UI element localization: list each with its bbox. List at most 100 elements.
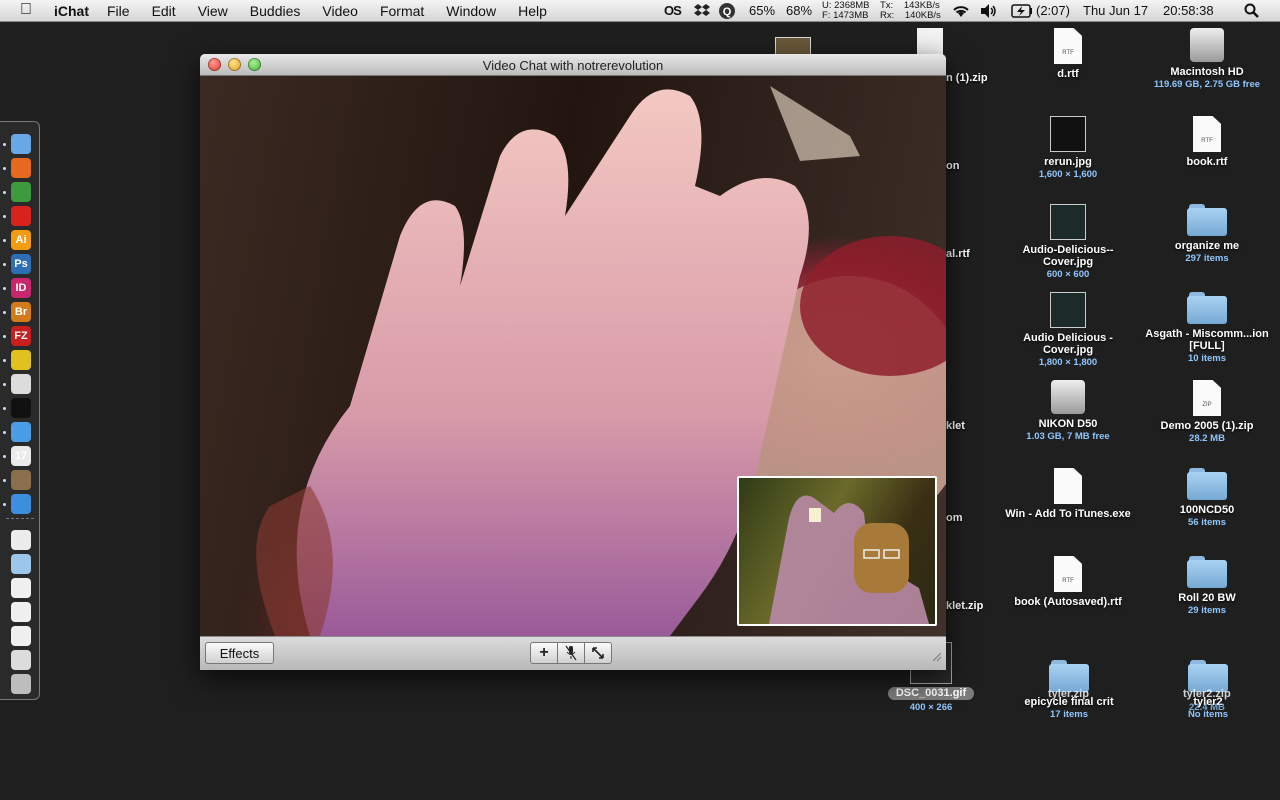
document-icon: RTF (1193, 116, 1221, 152)
apple-menu-icon[interactable]:  (20, 1, 32, 19)
running-indicator (3, 503, 6, 506)
window-stack-icon[interactable] (11, 650, 31, 670)
memory-percent[interactable]: 68% (786, 0, 812, 22)
menu-view[interactable]: View (198, 3, 228, 19)
window-stack-icon[interactable] (11, 602, 31, 622)
menu-format[interactable]: Format (380, 3, 424, 19)
wifi-icon[interactable] (951, 0, 971, 22)
ichat-icon[interactable] (11, 494, 31, 514)
menu-file[interactable]: File (107, 3, 130, 19)
menu-buddies[interactable]: Buddies (250, 3, 301, 19)
photoshop-icon[interactable]: Ps (11, 254, 31, 274)
spotlight-search-icon[interactable] (1244, 0, 1260, 22)
running-indicator (3, 287, 6, 290)
desktop-icon[interactable]: 100NCD50 56 items (1137, 468, 1277, 529)
menu-app-name[interactable]: iChat (54, 3, 89, 19)
itunes-icon[interactable] (11, 422, 31, 442)
desktop-icon[interactable]: ZIP Demo 2005 (1).zip 28.2 MB (1137, 380, 1277, 445)
trash-icon[interactable] (11, 674, 31, 694)
menu-video[interactable]: Video (322, 3, 358, 19)
desktop-icon-info: 56 items (1187, 517, 1227, 528)
desktop-partial-label[interactable]: al.rtf (946, 248, 970, 260)
chrome-icon[interactable] (11, 182, 31, 202)
memory-stats[interactable]: U: 2368MB F: 1473MB (822, 1, 870, 21)
dropbox-icon[interactable] (694, 0, 710, 22)
desktop-icon-info: 1,600 × 1,600 (1038, 169, 1098, 180)
resize-grip-icon[interactable] (930, 649, 942, 667)
folder-stack-icon[interactable] (11, 554, 31, 574)
mute-button[interactable] (557, 642, 585, 664)
desktop-icon[interactable]: RTF book.rtf (1137, 116, 1277, 168)
dock-separator (6, 518, 34, 523)
desktop-partial-label[interactable]: om (946, 512, 963, 524)
desktop-icon[interactable]: organize me 297 items (1137, 204, 1277, 265)
self-view-preview[interactable] (737, 476, 937, 626)
image-thumbnail-icon (1050, 292, 1086, 328)
window-stack-icon[interactable] (11, 578, 31, 598)
bridge-icon[interactable]: Br (11, 302, 31, 322)
add-participant-button[interactable]: + (530, 642, 558, 664)
desktop-icon[interactable]: Audio Delicious - Cover.jpg 1,800 × 1,800 (998, 292, 1138, 369)
desktop-icon[interactable]: rerun.jpg 1,600 × 1,600 (998, 116, 1138, 181)
desktop-icon-info: 600 × 600 (1046, 269, 1090, 280)
document-icon: RTF (1054, 556, 1082, 592)
zip-file-icon[interactable] (917, 28, 943, 56)
network-stats[interactable]: Tx: 143KB/s Rx: 140KB/s (880, 1, 941, 21)
os-status-icon[interactable]: OS (664, 0, 682, 22)
file-type-tag: RTF (1062, 50, 1074, 56)
desktop-icon[interactable]: RTF book (Autosaved).rtf (998, 556, 1138, 608)
dsc-label[interactable]: DSC_0031.gif (888, 687, 974, 700)
desktop-icon-info: 17 items (1049, 709, 1089, 720)
desktop-partial-label[interactable]: klet.zip (946, 600, 983, 612)
desktop-partial-label[interactable]: on (946, 160, 959, 172)
ical-icon[interactable]: 17 (11, 446, 31, 466)
textedit-icon[interactable] (11, 374, 31, 394)
desktop-icon-label: Macintosh HD (1170, 66, 1244, 78)
running-indicator (3, 215, 6, 218)
remote-video-feed[interactable] (200, 76, 946, 636)
folder-icon (1187, 468, 1227, 500)
running-indicator (3, 167, 6, 170)
running-indicator (3, 407, 6, 410)
desktop-icon[interactable]: Asgath - Miscomm...ion [FULL] 10 items (1137, 292, 1277, 365)
indesign-icon[interactable]: ID (11, 278, 31, 298)
menu-help[interactable]: Help (518, 3, 547, 19)
battery-time[interactable]: (2:07) (1036, 0, 1070, 22)
menu-window[interactable]: Window (446, 3, 496, 19)
desktop-partial-label[interactable]: klet (946, 420, 965, 432)
self-view-illustration (769, 495, 929, 624)
window-title: Video Chat with notrerevolution (482, 58, 664, 73)
desktop-icon[interactable]: Audio-Delicious--Cover.jpg 600 × 600 (998, 204, 1138, 281)
desktop-icon-label: Demo 2005 (1).zip (1160, 420, 1254, 432)
ableton-live-icon[interactable] (11, 398, 31, 418)
image-thumbnail-icon (1050, 116, 1086, 152)
document-stack-icon[interactable] (11, 530, 31, 550)
window-title-bar[interactable]: Video Chat with notrerevolution (200, 54, 946, 76)
desktop-icon[interactable]: Macintosh HD 119.69 GB, 2.75 GB free (1137, 28, 1277, 91)
menu-edit[interactable]: Edit (152, 3, 176, 19)
fullscreen-button[interactable] (584, 642, 612, 664)
mem-free-label: F: 1473MB (822, 10, 869, 21)
desktop-icon[interactable]: RTF d.rtf (998, 28, 1138, 80)
cyberduck-icon[interactable] (11, 350, 31, 370)
finder-icon[interactable] (11, 134, 31, 154)
clock-time[interactable]: 20:58:38 (1163, 0, 1214, 22)
filezilla-icon[interactable]: FZ (11, 326, 31, 346)
window-stack-icon[interactable] (11, 626, 31, 646)
desktop-icon[interactable]: Roll 20 BW 29 items (1137, 556, 1277, 617)
battery-icon[interactable] (1011, 0, 1033, 22)
clock-date[interactable]: Thu Jun 17 (1083, 0, 1148, 22)
desktop-partial-label[interactable]: n (1).zip (946, 72, 988, 84)
quicksilver-icon[interactable]: Q (718, 0, 736, 22)
desktop-behind-label: tyler2.zip (1183, 688, 1231, 700)
net-rx-label: Rx: (880, 10, 895, 21)
desktop-icon[interactable]: Win - Add To iTunes.exe (998, 468, 1138, 520)
volume-icon[interactable] (980, 0, 998, 22)
firefox-icon[interactable] (11, 158, 31, 178)
address-book-icon[interactable] (11, 470, 31, 490)
cpu-percent[interactable]: 65% (749, 0, 775, 22)
illustrator-icon[interactable]: Ai (11, 230, 31, 250)
acrobat-icon[interactable] (11, 206, 31, 226)
desktop-icon[interactable]: NIKON D50 1.03 GB, 7 MB free (998, 380, 1138, 443)
effects-button[interactable]: Effects (205, 642, 274, 664)
